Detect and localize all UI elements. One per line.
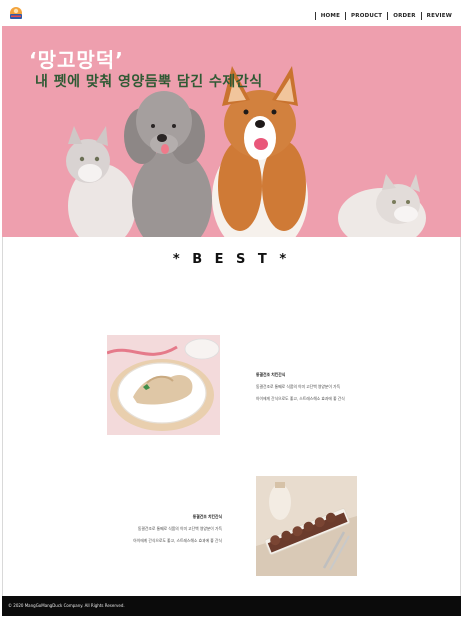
product-1-text: 동결건조 치킨간식 동결건조로 통째로 식품의 이미 고단백 영양분이 가득 아… [256,372,366,408]
nav-order-link[interactable]: ORDER [387,12,420,20]
product-1-image[interactable] [107,335,220,435]
logo-icon[interactable] [8,6,24,22]
product-2-desc-1: 동결건조로 통째로 식품의 이미 고단백 영양분이 가득 [137,526,222,531]
product-1-photo [107,335,220,435]
nav-review-link[interactable]: REVIEW [420,12,457,20]
hero-brand-title: ‘망고망덕’ [29,48,124,72]
nav-home-link[interactable]: HOME [314,12,345,20]
product-2-image[interactable] [256,476,357,576]
main-nav: HOME PRODUCT ORDER REVIEW [314,10,457,22]
site-footer: © 2020 MangGoMangDuck Company. All Right… [2,596,461,616]
nav-product-link[interactable]: PRODUCT [345,12,387,20]
best-section-title: * B E S T * [172,252,291,267]
hero-subtitle: 내 펫에 맞춰 영양듬뿍 담긴 수제간식 [35,74,263,90]
footer-copyright: © 2020 MangGoMangDuck Company. All Right… [8,603,125,608]
product-1-desc-1: 동결건조로 통째로 식품의 이미 고단백 영양분이 가득 [256,384,341,389]
product-2-desc-2: 아이에게 간식으로도 좋고, 스트레스해소 효과에 좋 간식 [133,538,222,543]
product-1-name: 동결건조 치킨간식 [256,372,286,377]
product-1-desc-2: 아이에게 간식으로도 좋고, 스트레스해소 효과에 좋 간식 [256,396,345,401]
product-2-name: 동결건조 치킨간식 [192,514,222,519]
site-header: HOME PRODUCT ORDER REVIEW [0,0,463,26]
product-2-text: 동결건조 치킨간식 동결건조로 통째로 식품의 이미 고단백 영양분이 가득 아… [116,514,222,550]
hero-banner: ‘망고망덕’ 내 펫에 맞춰 영양듬뿍 담긴 수제간식 [2,26,461,237]
product-2-photo [256,476,357,576]
